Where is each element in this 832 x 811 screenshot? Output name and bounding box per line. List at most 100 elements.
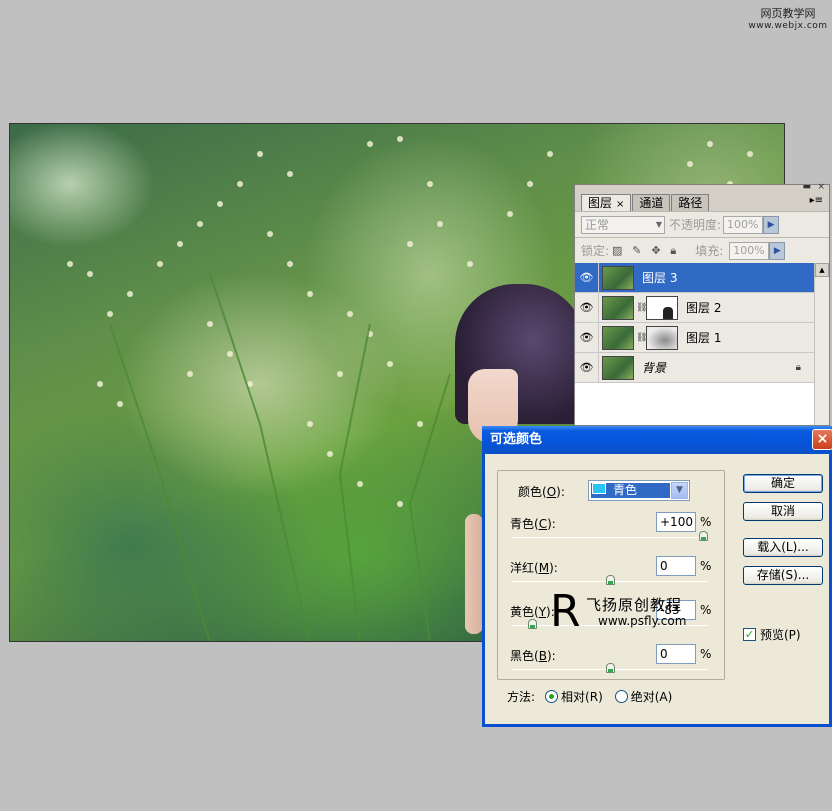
layer-name: 图层 3 [642,271,678,285]
layer-thumbnail [602,295,634,320]
layer-thumbnail [602,355,634,380]
fill-label: 填充: [695,244,724,258]
chain-link-icon: ⛓︎ [636,302,648,313]
method-label: 方法: [507,690,536,704]
relative-label: 相对(R) [561,690,603,704]
panel-tabs: 图层 × 通道 路径 ▸≡ [575,193,829,211]
cancel-button[interactable]: 取消 [743,502,823,521]
layer-mask-thumbnail[interactable] [646,325,678,350]
dialog-body: 颜色(O): 青色 ▼ 青色(C): +100 % 洋红(M): 0 % 黄色(… [485,454,832,724]
slider-thumb[interactable] [605,575,615,585]
slider-black: 黑色(B): 0 % [510,644,712,691]
layer-row[interactable]: 👁︎ ⛓︎ 图层 1 [575,322,815,353]
layers-scrollbar[interactable]: ▲ [814,263,829,425]
percent-label: % [700,647,712,661]
selective-color-dialog: 可选颜色 × 颜色(O): 青色 ▼ 青色(C): +100 % 洋红(M): [482,426,832,727]
method-row: 方法: 相对(R) 绝对(A) [507,688,672,705]
cyan-swatch [592,483,606,494]
layer-list: 👁︎ 图层 3 👁︎ ⛓︎ 图层 2 👁︎ ⛓︎ 图层 1 👁︎ 背景 🔒︎ [575,262,815,425]
watermark-top-line1: 网页教学网 [760,7,816,20]
opacity-field[interactable]: 100% [723,215,764,234]
eye-icon[interactable]: 👁︎ [575,322,599,353]
lock-transparency-icon[interactable]: ▨ [612,244,622,257]
blend-mode-select[interactable]: 正常 ▼ [581,215,665,234]
relative-radio[interactable] [545,690,559,703]
scroll-up-icon[interactable]: ▲ [815,263,829,277]
eye-icon[interactable]: 👁︎ [575,292,599,323]
tab-paths-label: 路径 [678,196,703,210]
watermark-text: 飞扬原创教程 [586,596,683,614]
slider-label: 青色(C): [510,517,556,531]
slider-value-field[interactable]: 0 [656,644,696,664]
preview-label: 预览(P) [760,628,801,642]
save-button[interactable]: 存储(S)... [743,566,823,585]
lock-icon: 🔒︎ [795,362,801,373]
layer-row[interactable]: 👁︎ 背景 🔒︎ [575,352,815,383]
site-watermark-top: 网页教学网 www.webjx.com [748,8,828,32]
close-icon[interactable]: × [817,182,825,192]
layer-mask-thumbnail[interactable] [646,295,678,320]
slider-value-field[interactable]: +100 [656,512,696,532]
preview-checkbox[interactable]: ✓ [743,628,756,641]
blend-mode-value: 正常 [585,218,610,232]
dialog-title-bar[interactable]: 可选颜色 × [482,426,832,454]
tab-paths[interactable]: 路径 [671,194,710,211]
fill-arrow-icon[interactable]: ▶ [769,241,786,260]
fill-field[interactable]: 100% [729,241,770,260]
slider-cyan: 青色(C): +100 % [510,512,712,559]
preview-checkbox-row[interactable]: ✓ 预览(P) [743,626,801,643]
layers-panel: ▬ × 图层 × 通道 路径 ▸≡ 正常 ▼ 不透明度: 100% ▶ 锁定: ▨… [574,182,830,426]
absolute-label: 绝对(A) [630,690,673,704]
tab-channels[interactable]: 通道 [632,194,671,211]
layer-thumbnail [602,325,634,350]
layer-name: 图层 1 [686,331,722,345]
layer-thumbnail [602,265,634,290]
dialog-title: 可选颜色 [490,432,543,447]
percent-label: % [700,515,712,529]
opacity-label: 不透明度: [669,218,722,232]
watermark-top-line2: www.webjx.com [748,21,828,31]
lock-all-icon[interactable]: 🔒︎ [670,244,676,257]
tab-layers-label: 图层 [588,196,613,210]
blend-row: 正常 ▼ 不透明度: 100% ▶ [575,211,829,237]
lock-label: 锁定: [581,244,610,258]
colors-select[interactable]: 青色 ▼ [588,480,690,501]
ok-button[interactable]: 确定 [743,474,823,493]
watermark-url: www.psfly.com [598,614,687,628]
lock-icons: ▨ ✎ ✥ 🔒︎ [609,243,679,258]
panel-menu-icon[interactable]: ▸≡ [810,195,823,206]
tab-layers[interactable]: 图层 × [581,194,632,211]
slider-value-field[interactable]: 0 [656,556,696,576]
slider-thumb[interactable] [605,663,615,673]
chain-link-icon: ⛓︎ [636,332,648,343]
colors-value: 青色 [613,483,638,497]
woman-arm [465,514,483,634]
slider-label: 黑色(B): [510,649,556,663]
eye-icon[interactable]: 👁︎ [575,262,599,293]
layer-row[interactable]: 👁︎ 图层 3 [575,262,815,293]
colors-group: 颜色(O): 青色 ▼ 青色(C): +100 % 洋红(M): 0 % 黄色(… [497,470,725,680]
percent-label: % [700,559,712,573]
colors-label: 颜色(O): [518,485,565,499]
slider-label: 黄色(Y): [510,605,555,619]
eye-icon[interactable]: 👁︎ [575,352,599,383]
layer-name: 图层 2 [686,301,722,315]
lock-paint-icon[interactable]: ✎ [632,244,641,257]
watermark-letter: R [550,586,581,637]
close-icon[interactable]: × [812,429,832,450]
tab-close-icon[interactable]: × [616,199,624,210]
load-button[interactable]: 载入(L)... [743,538,823,557]
chevron-down-icon[interactable]: ▼ [671,482,688,499]
minimize-icon[interactable]: ▬ [802,182,811,192]
lock-row: 锁定: ▨ ✎ ✥ 🔒︎ 填充: 100% ▶ [575,237,829,263]
layer-row[interactable]: 👁︎ ⛓︎ 图层 2 [575,292,815,323]
opacity-arrow-icon[interactable]: ▶ [763,215,780,234]
chevron-down-icon: ▼ [655,219,662,229]
slider-track[interactable] [512,537,708,538]
slider-thumb[interactable] [527,619,537,629]
tab-channels-label: 通道 [639,196,664,210]
slider-thumb[interactable] [699,531,708,541]
absolute-radio[interactable] [614,690,628,703]
lock-move-icon[interactable]: ✥ [651,244,660,257]
slider-label: 洋红(M): [510,561,558,575]
